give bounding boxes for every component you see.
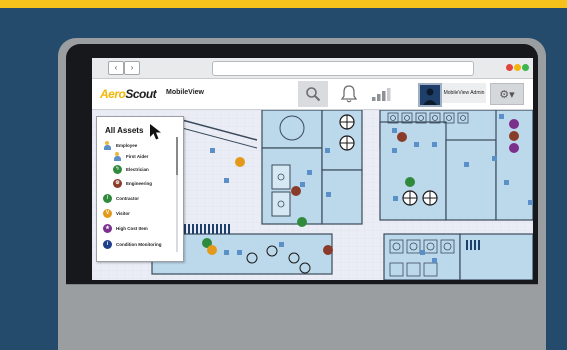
info-icon: i [103, 240, 112, 249]
product-name: MobileView [166, 89, 204, 96]
legend-item-high-cost-item[interactable]: ★ High Cost Item [103, 224, 148, 233]
visitor-icon: V [103, 209, 112, 218]
wrench-icon: / [103, 194, 112, 203]
url-bar[interactable] [212, 61, 474, 76]
legend-item-visitor[interactable]: V Visitor [103, 209, 130, 218]
user-icon [423, 88, 437, 105]
signal-icon [372, 88, 391, 101]
scrollbar-thumb[interactable] [176, 137, 178, 175]
logo-scout-text: Scout [125, 87, 157, 101]
app-header: AeroScout MobileView MobileView Admin ⚙▾ [92, 79, 533, 110]
top-accent-band [0, 0, 567, 8]
legend-label: Engineering [126, 181, 153, 186]
notifications-button[interactable] [336, 81, 362, 107]
screen-bottom-edge [66, 284, 538, 285]
signal-button[interactable] [368, 81, 394, 107]
legend-item-engineering[interactable]: ⚙ Engineering [113, 179, 152, 188]
legend-label: Contractor [116, 196, 140, 201]
bell-icon [340, 85, 358, 103]
person-icon [113, 152, 122, 161]
legend-label: Employee [116, 143, 138, 148]
legend-item-first-aider[interactable]: First Aider [113, 152, 148, 161]
legend-item-contractor[interactable]: / Contractor [103, 194, 139, 203]
gear-icon: ⚙▾ [499, 88, 515, 101]
chevron-left-icon[interactable]: ‹ [108, 61, 124, 75]
legend-label: First Aider [126, 154, 149, 159]
legend-label: High Cost Item [116, 226, 148, 231]
legend-label: Condition Monitoring [116, 242, 162, 247]
gear-icon: ⚙ [113, 179, 122, 188]
search-icon [306, 87, 321, 102]
asset-legend-panel: All Assets Employee First Aider ϟ Electri… [96, 116, 184, 262]
minimize-window-icon[interactable] [514, 64, 521, 71]
user-avatar[interactable] [418, 83, 442, 107]
legend-scrollbar[interactable] [176, 137, 178, 252]
user-name[interactable]: MobileView Admin [442, 83, 486, 103]
legend-title: All Assets [105, 126, 144, 135]
mouse-pointer-icon [150, 124, 161, 140]
legend-item-condition-monitoring[interactable]: i Condition Monitoring [103, 240, 162, 249]
star-icon: ★ [103, 224, 112, 233]
settings-button[interactable]: ⚙▾ [490, 83, 524, 105]
legend-item-employee[interactable]: Employee [103, 141, 137, 150]
close-window-icon[interactable] [506, 64, 513, 71]
legend-label: Visitor [116, 211, 130, 216]
browser-toolbar: ‹ › [92, 58, 533, 79]
legend-item-electrician[interactable]: ϟ Electrician [113, 165, 149, 174]
chevron-right-icon[interactable]: › [124, 61, 140, 75]
maximize-window-icon[interactable] [522, 64, 529, 71]
aeroscout-logo: AeroScout [100, 87, 157, 101]
lightning-icon: ϟ [113, 165, 122, 174]
logo-aero-text: Aero [100, 87, 126, 101]
monitor-chin [66, 284, 538, 350]
legend-label: Electrician [126, 167, 149, 172]
search-button[interactable] [298, 81, 328, 107]
person-icon [103, 141, 112, 150]
